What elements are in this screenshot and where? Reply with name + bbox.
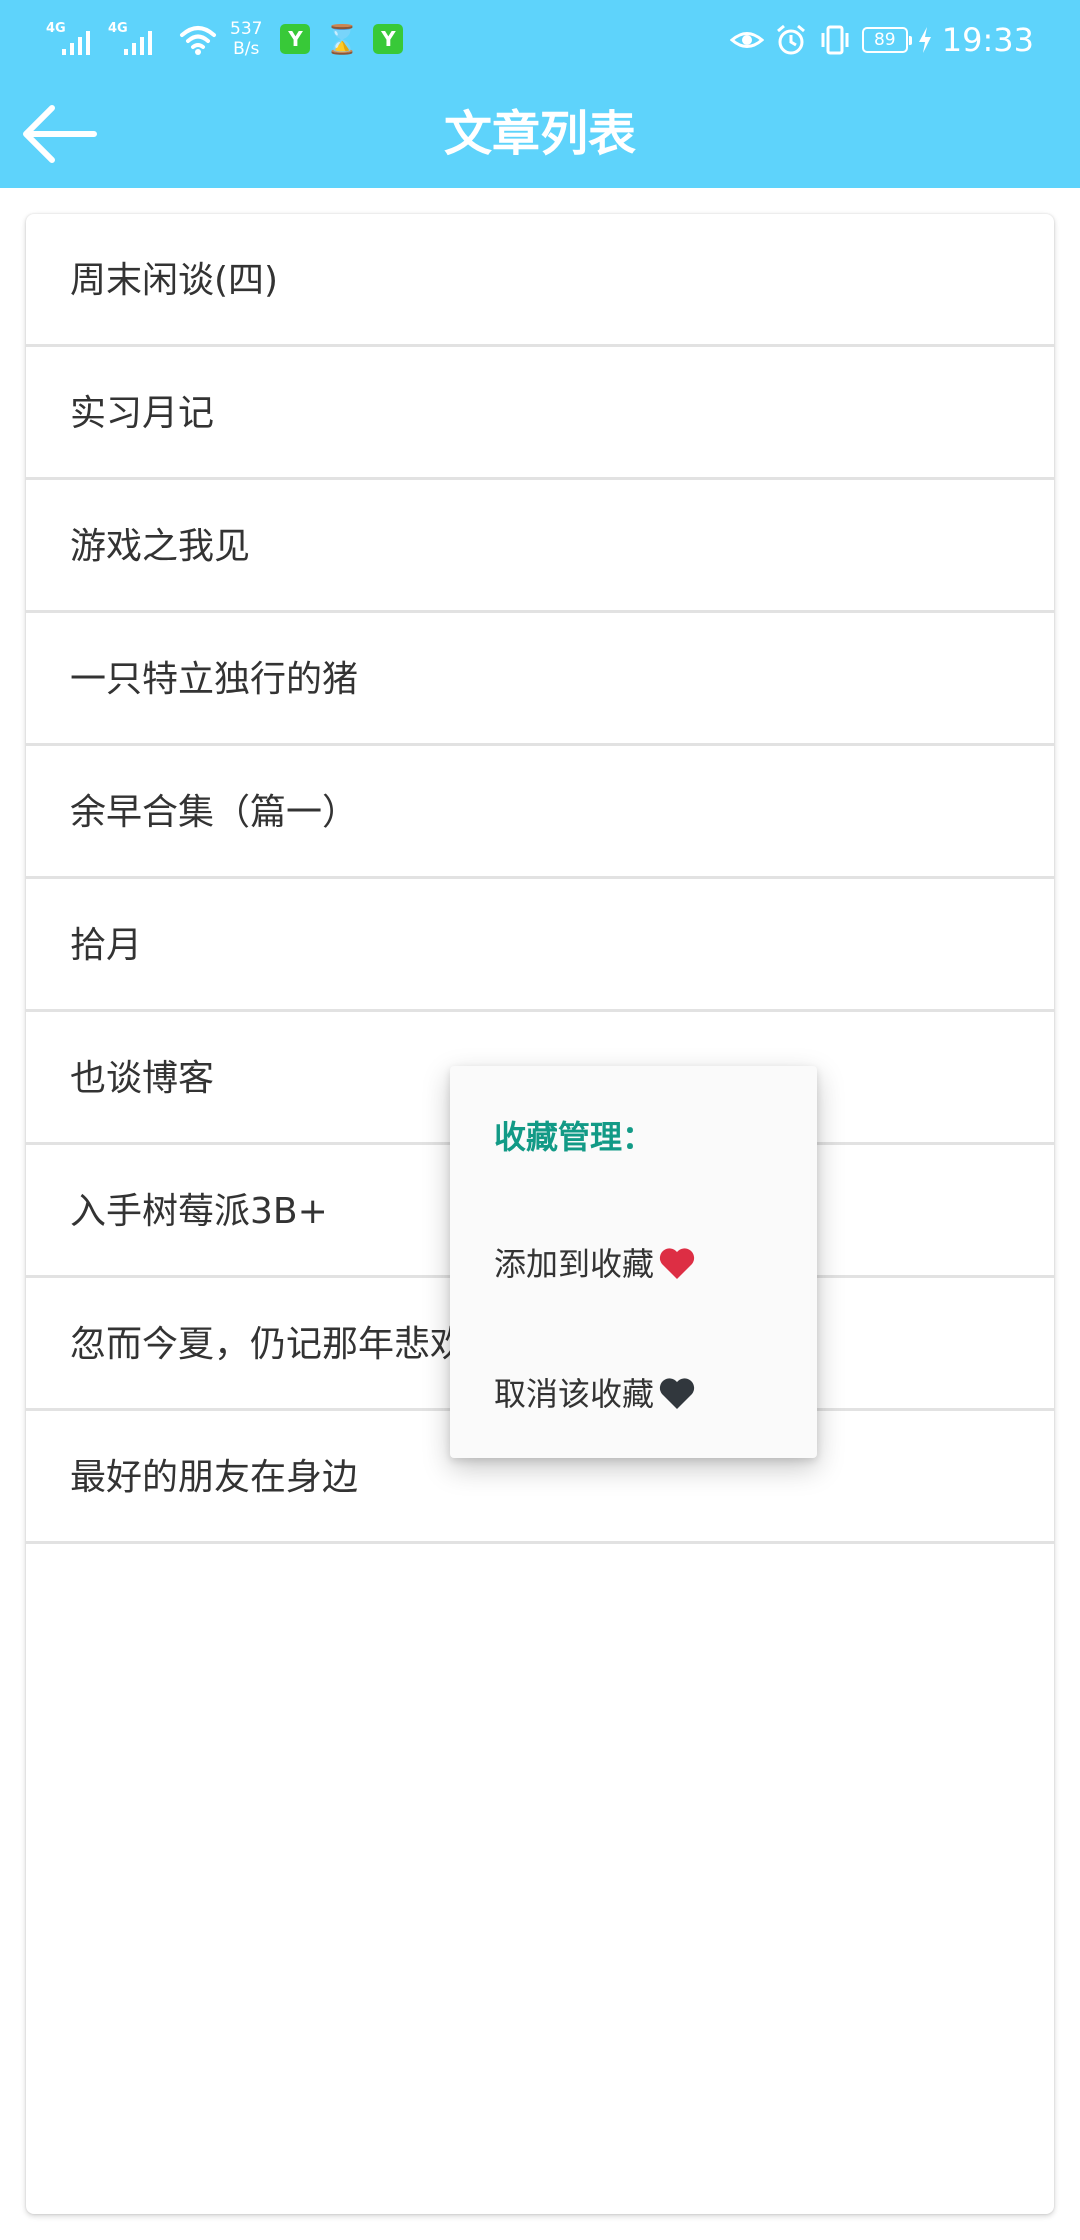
favorites-context-menu: 收藏管理： 添加到收藏 取消该收藏 [450, 1066, 817, 1458]
remove-from-favorites-menu-item[interactable]: 取消该收藏 [450, 1344, 817, 1444]
charging-icon [918, 27, 931, 53]
alarm-icon [776, 24, 805, 55]
list-item[interactable]: 实习月记 [26, 347, 1054, 480]
status-left: 4G 4G 537 B/s Y ⌛ Y [46, 14, 411, 64]
red-heart-icon [659, 1248, 695, 1279]
network-speed: 537 B/s [230, 19, 262, 59]
app-toolbar: 文章列表 [0, 80, 1080, 188]
remove-from-favorites-label: 取消该收藏 [494, 1375, 655, 1413]
wifi-icon [180, 26, 216, 55]
cellular-signal-icon-2: 4G [108, 19, 164, 59]
status-right: 89 19:33 [729, 16, 1034, 64]
network-speed-unit: B/s [233, 39, 260, 59]
eye-icon [729, 32, 764, 48]
app-notification-icon-2: Y [373, 24, 404, 54]
add-to-favorites-menu-item[interactable]: 添加到收藏 [450, 1214, 817, 1314]
app-notification-icon: Y [280, 24, 311, 54]
battery-icon: 89 [861, 27, 912, 53]
list-item[interactable]: 拾月 [26, 879, 1054, 1012]
cellular-signal-icon: 4G [46, 19, 102, 59]
list-item[interactable]: 游戏之我见 [26, 480, 1054, 613]
network-speed-value: 537 [230, 19, 263, 39]
list-item[interactable]: 周末闲谈(四) [26, 214, 1054, 347]
list-item[interactable]: 余早合集（篇一） [26, 746, 1054, 879]
black-heart-icon [659, 1378, 695, 1409]
list-item[interactable]: 一只特立独行的猪 [26, 613, 1054, 746]
add-to-favorites-label: 添加到收藏 [494, 1245, 655, 1283]
status-bar: 4G 4G 537 B/s Y ⌛ Y 89 19:33 [0, 0, 1080, 80]
hourglass-icon: ⌛ [324, 22, 360, 56]
page-title: 文章列表 [443, 106, 636, 162]
clock: 19:33 [941, 21, 1034, 59]
vibrate-icon [821, 25, 849, 55]
context-menu-title: 收藏管理： [494, 1118, 655, 1156]
